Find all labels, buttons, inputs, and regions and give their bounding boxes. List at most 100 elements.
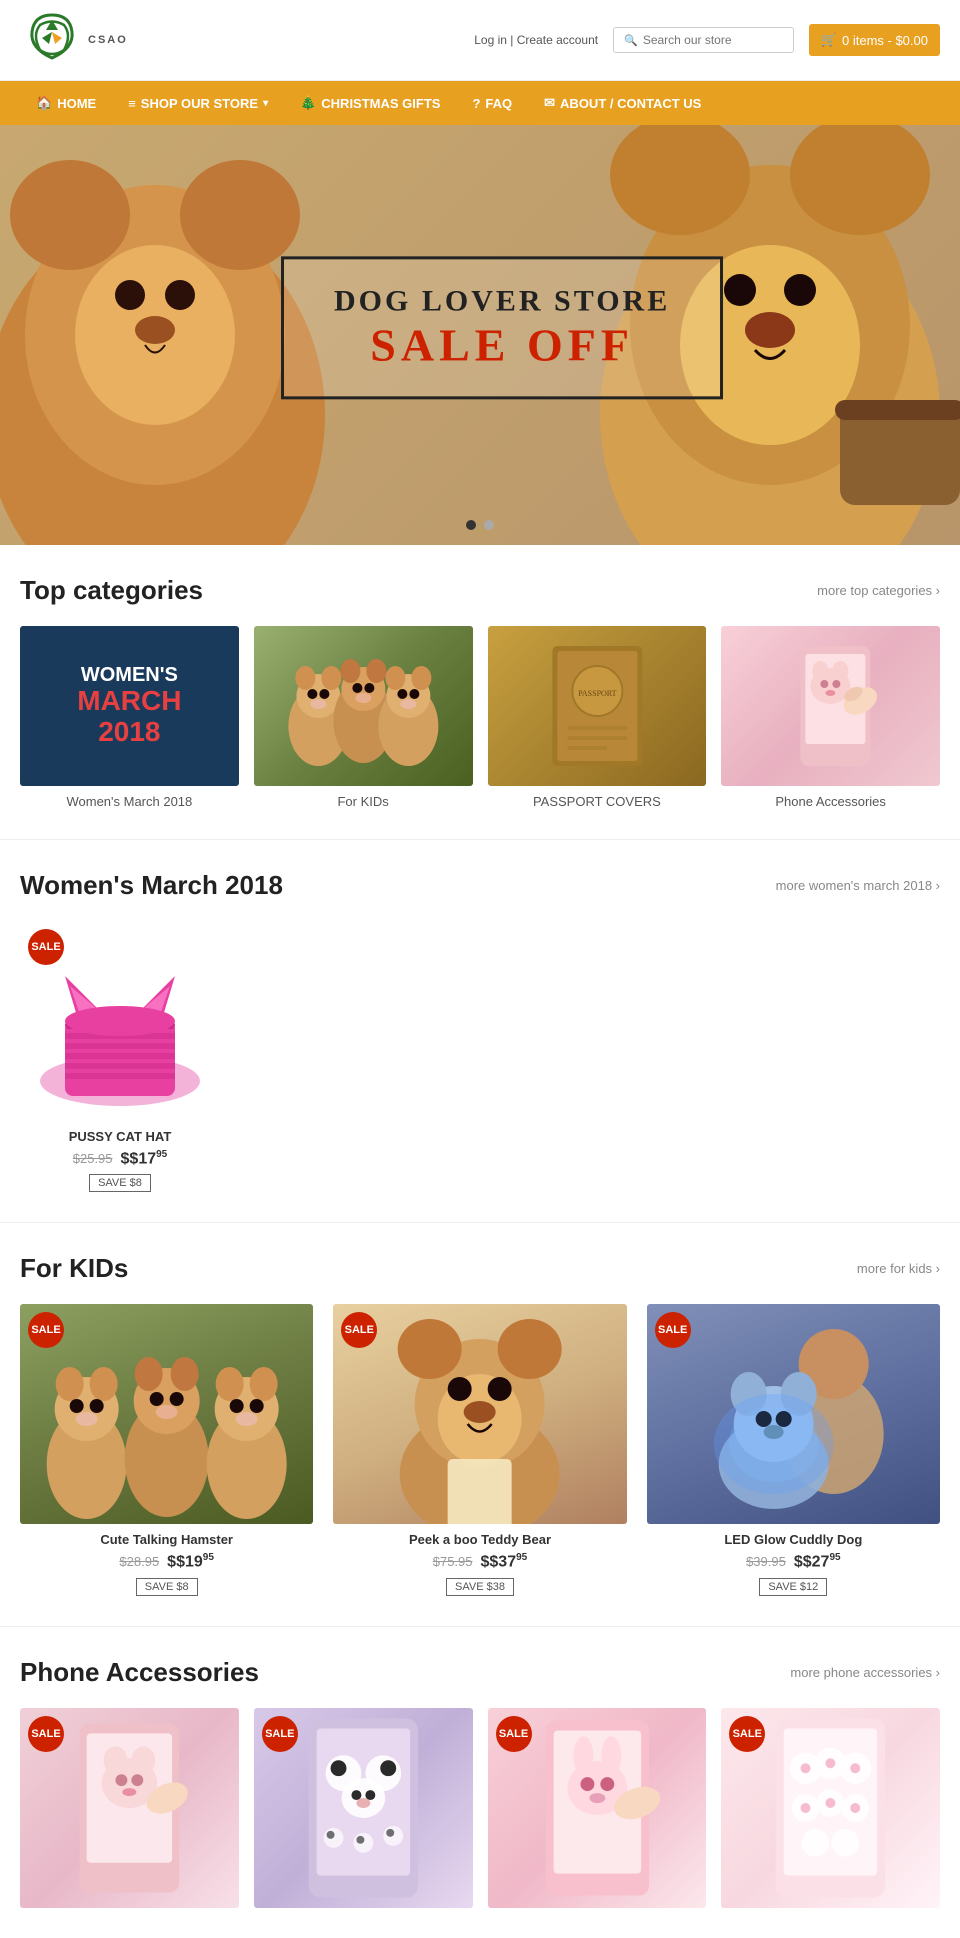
cat-passport-img: PASSPORT [488, 626, 707, 786]
search-box: 🔍 [613, 27, 794, 53]
logo-icon[interactable] [20, 10, 85, 70]
price-old-hat: $25.95 [73, 1151, 113, 1166]
phone-img-3: SALE [488, 1708, 707, 1908]
for-kids-header: For KIDs more for kids › [20, 1253, 940, 1284]
nav-christmas[interactable]: 🎄 CHRISTMAS GIFTS [284, 81, 456, 125]
mail-icon: ✉ [544, 95, 555, 111]
sale-badge-dog: SALE [655, 1312, 691, 1348]
nav-home[interactable]: 🏠 HOME [20, 81, 112, 125]
cat-womens-line2: MARCH [77, 686, 181, 717]
price-old-hamster: $28.95 [119, 1554, 159, 1569]
hero-title: DOG LOVER STORE [334, 284, 670, 318]
cat-item-passport[interactable]: PASSPORT PASSPORT COVERS [488, 626, 707, 809]
top-categories-header: Top categories more top categories › [20, 575, 940, 606]
price-old-bear: $75.95 [433, 1554, 473, 1569]
christmas-icon: 🎄 [300, 95, 316, 111]
hero-sale-text: SALE OFF [334, 318, 670, 371]
phone-product-2[interactable]: SALE [254, 1708, 473, 1908]
sale-badge-hat: SALE [28, 929, 64, 965]
phone-product-3[interactable]: SALE [488, 1708, 707, 1908]
cat-passport-label: PASSPORT COVERS [488, 794, 707, 809]
phone-accessories-header: Phone Accessories more phone accessories… [20, 1657, 940, 1688]
category-grid: WOMEN'S MARCH 2018 Women's March 2018 [20, 626, 940, 809]
product-prices-hamster: $28.95 $$1995 [20, 1552, 313, 1571]
product-prices-dog: $39.95 $$2795 [647, 1552, 940, 1571]
sale-badge-phone1: SALE [28, 1716, 64, 1752]
cat-item-phone[interactable]: Phone Accessories [721, 626, 940, 809]
price-new-bear: $$3795 [481, 1552, 528, 1571]
phone-product-1[interactable]: SALE [20, 1708, 239, 1908]
cart-icon: 🛒 [821, 32, 837, 48]
cart-label: 0 items - $0.00 [842, 33, 928, 48]
nav-faq[interactable]: ? FAQ [456, 82, 528, 125]
phone-accessories-more[interactable]: more phone accessories › [790, 1665, 940, 1680]
womens-march-more[interactable]: more women's march 2018 › [776, 878, 940, 893]
womens-products: SALE [20, 921, 940, 1192]
nav-bar: 🏠 HOME ≡ SHOP OUR STORE ▾ 🎄 CHRISTMAS GI… [0, 81, 960, 125]
search-icon: 🔍 [624, 34, 638, 47]
phone-accessories-title: Phone Accessories [20, 1657, 259, 1688]
phone-product-4[interactable]: SALE [721, 1708, 940, 1908]
svg-text:PASSPORT: PASSPORT [578, 689, 616, 698]
faq-icon: ? [472, 96, 480, 111]
price-old-dog: $39.95 [746, 1554, 786, 1569]
hero-dot-1[interactable] [466, 520, 476, 530]
for-kids-title: For KIDs [20, 1253, 128, 1284]
top-categories-more[interactable]: more top categories › [817, 583, 940, 598]
create-account-link[interactable]: Create account [517, 33, 598, 47]
product-teddy-bear[interactable]: SALE Peek a boo Teddy Bear [333, 1304, 626, 1595]
save-tag-hamster: SAVE $8 [136, 1578, 198, 1596]
product-img-box-hamster: SALE [20, 1304, 313, 1524]
cat-phone-label: Phone Accessories [721, 794, 940, 809]
nav-christmas-label: CHRISTMAS GIFTS [321, 96, 440, 111]
menu-icon: ≡ [128, 96, 136, 111]
hero-text-box: DOG LOVER STORE SALE OFF [281, 256, 723, 399]
cart-button[interactable]: 🛒 0 items - $0.00 [809, 24, 940, 56]
header-right: Log in | Create account 🔍 🛒 0 items - $0… [474, 24, 940, 56]
product-img-box-dog: SALE [647, 1304, 940, 1524]
cat-phone-img [721, 626, 940, 786]
save-tag-hat: SAVE $8 [89, 1174, 151, 1192]
product-pussy-cat-hat[interactable]: SALE [20, 921, 220, 1192]
save-tag-dog: SAVE $12 [759, 1578, 827, 1596]
sale-badge-phone4: SALE [729, 1716, 765, 1752]
womens-march-section: Women's March 2018 more women's march 20… [0, 840, 960, 1223]
product-glow-dog[interactable]: SALE LED Glow C [647, 1304, 940, 1595]
home-icon: 🏠 [36, 95, 52, 111]
phone-img-2: SALE [254, 1708, 473, 1908]
product-img-box: SALE [20, 921, 220, 1121]
product-name-hamster: Cute Talking Hamster [20, 1532, 313, 1547]
product-name-dog: LED Glow Cuddly Dog [647, 1532, 940, 1547]
phone-grid: SALE SALE [20, 1708, 940, 1908]
cat-kids-img [254, 626, 473, 786]
nav-shop[interactable]: ≡ SHOP OUR STORE ▾ [112, 82, 284, 125]
cat-womens-img: WOMEN'S MARCH 2018 [20, 626, 239, 786]
cat-kids-label: For KIDs [254, 794, 473, 809]
product-talking-hamster[interactable]: SALE [20, 1304, 313, 1595]
cat-womens-line3: 2018 [98, 717, 160, 748]
login-link[interactable]: Log in [474, 33, 507, 47]
hero-dots [466, 520, 494, 530]
price-new-dog: $$2795 [794, 1552, 841, 1571]
header: CSAO Log in | Create account 🔍 🛒 0 items… [0, 0, 960, 81]
product-prices-hat: $25.95 $$1795 [20, 1149, 220, 1168]
cat-womens-line1: WOMEN'S [81, 664, 178, 686]
hero-dot-2[interactable] [484, 520, 494, 530]
for-kids-more[interactable]: more for kids › [857, 1261, 940, 1276]
search-input[interactable] [643, 33, 783, 47]
logo-text: CSAO [88, 34, 128, 46]
sale-badge-phone2: SALE [262, 1716, 298, 1752]
for-kids-section: For KIDs more for kids › SALE [0, 1223, 960, 1626]
nav-about[interactable]: ✉ ABOUT / CONTACT US [528, 81, 717, 125]
cat-item-womens[interactable]: WOMEN'S MARCH 2018 Women's March 2018 [20, 626, 239, 809]
kids-products-grid: SALE [20, 1304, 940, 1595]
top-categories-title: Top categories [20, 575, 203, 606]
product-img-box-bear: SALE [333, 1304, 626, 1524]
cat-item-kids[interactable]: For KIDs [254, 626, 473, 809]
chevron-down-icon: ▾ [263, 98, 268, 109]
cat-womens-label: Women's March 2018 [20, 794, 239, 809]
nav-faq-label: FAQ [485, 96, 512, 111]
nav-about-label: ABOUT / CONTACT US [560, 96, 701, 111]
nav-home-label: HOME [57, 96, 96, 111]
phone-img-4: SALE [721, 1708, 940, 1908]
